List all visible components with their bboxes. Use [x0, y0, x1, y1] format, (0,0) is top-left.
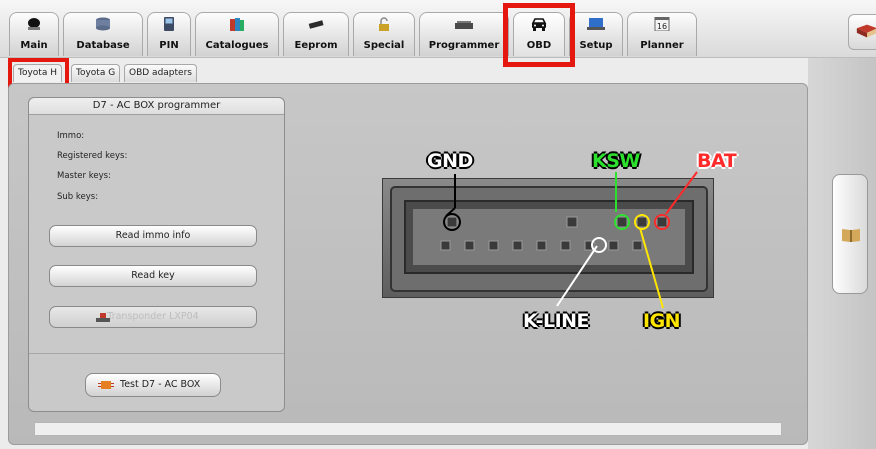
catalogues-icon	[230, 18, 244, 31]
d7-separator	[29, 353, 284, 354]
toolbar-programmer-button[interactable]: Programmer	[419, 12, 509, 56]
ksw-label: KSW	[592, 150, 640, 172]
sub-keys-label: Sub keys:	[57, 192, 99, 202]
help-book-button[interactable]	[848, 14, 876, 50]
obd-tab-highlight	[503, 3, 575, 67]
toolbar-main-label: Main	[20, 40, 48, 51]
toolbar-eeprom-label: Eeprom	[294, 40, 338, 51]
toolbar-setup-label: Setup	[579, 40, 613, 51]
toolbar-special-button[interactable]: Special	[353, 12, 415, 56]
master-keys-label: Master keys:	[57, 171, 111, 181]
pin-icon	[164, 17, 174, 31]
planner-icon: 16	[654, 17, 670, 31]
eeprom-icon	[308, 20, 324, 29]
toolbar-catalogues-button[interactable]: Catalogues	[195, 12, 279, 56]
toolbar-database-label: Database	[76, 40, 130, 51]
toolbar-planner-button[interactable]: 16 Planner	[627, 12, 697, 56]
main-toolbar: Main Database PIN Catalogues Eeprom Spec…	[0, 0, 876, 58]
app-window: Main Database PIN Catalogues Eeprom Spec…	[0, 0, 876, 449]
book-icon	[856, 24, 876, 38]
toolbar-planner-label: Planner	[640, 40, 684, 51]
side-manual-button[interactable]	[832, 174, 868, 294]
toolbar-programmer-label: Programmer	[428, 40, 500, 51]
transponder-button[interactable]: Transponder LXP04	[49, 306, 257, 328]
special-icon	[379, 17, 389, 31]
kline-label: K-LINE	[523, 310, 590, 332]
subtab-obd-adapters[interactable]: OBD adapters	[124, 64, 197, 82]
toolbar-special-label: Special	[363, 40, 405, 51]
open-book-icon	[842, 229, 860, 242]
programmer-icon	[455, 21, 473, 29]
toolbar-eeprom-button[interactable]: Eeprom	[283, 12, 349, 56]
planner-day: 16	[657, 22, 667, 31]
transponder-button-label: Transponder LXP04	[107, 311, 199, 322]
read-immo-info-button[interactable]: Read immo info	[49, 225, 257, 247]
bat-label: BAT	[697, 150, 737, 172]
toolbar-pin-label: PIN	[159, 40, 179, 51]
toolbar-main-button[interactable]: Main	[9, 12, 59, 56]
toolbar-catalogues-label: Catalogues	[205, 40, 269, 51]
main-icon	[28, 18, 40, 30]
d7-panel-title: D7 - AC BOX programmer	[29, 98, 284, 115]
setup-icon	[587, 18, 605, 30]
toolbar-pin-button[interactable]: PIN	[147, 12, 191, 56]
registered-keys-label: Registered keys:	[57, 151, 128, 161]
database-icon	[96, 17, 110, 31]
progress-bar	[34, 422, 782, 436]
subtab-toyota-g[interactable]: Toyota G	[71, 64, 121, 82]
toolbar-setup-button[interactable]: Setup	[569, 12, 623, 56]
gnd-label: GND	[427, 150, 473, 172]
ign-label: IGN	[643, 310, 681, 332]
d7-programmer-panel: D7 - AC BOX programmer Immo: Registered …	[28, 97, 285, 412]
chip-icon	[98, 381, 114, 389]
test-d7-acbox-button[interactable]: Test D7 - AC BOX	[85, 373, 221, 397]
transponder-icon	[96, 313, 110, 322]
obd-connector-photo	[382, 178, 714, 298]
connector-pinout-graphic	[390, 186, 708, 292]
toolbar-database-button[interactable]: Database	[63, 12, 143, 56]
immo-label: Immo:	[57, 131, 85, 141]
test-d7-acbox-label: Test D7 - AC BOX	[120, 379, 201, 390]
read-key-button[interactable]: Read key	[49, 265, 257, 287]
